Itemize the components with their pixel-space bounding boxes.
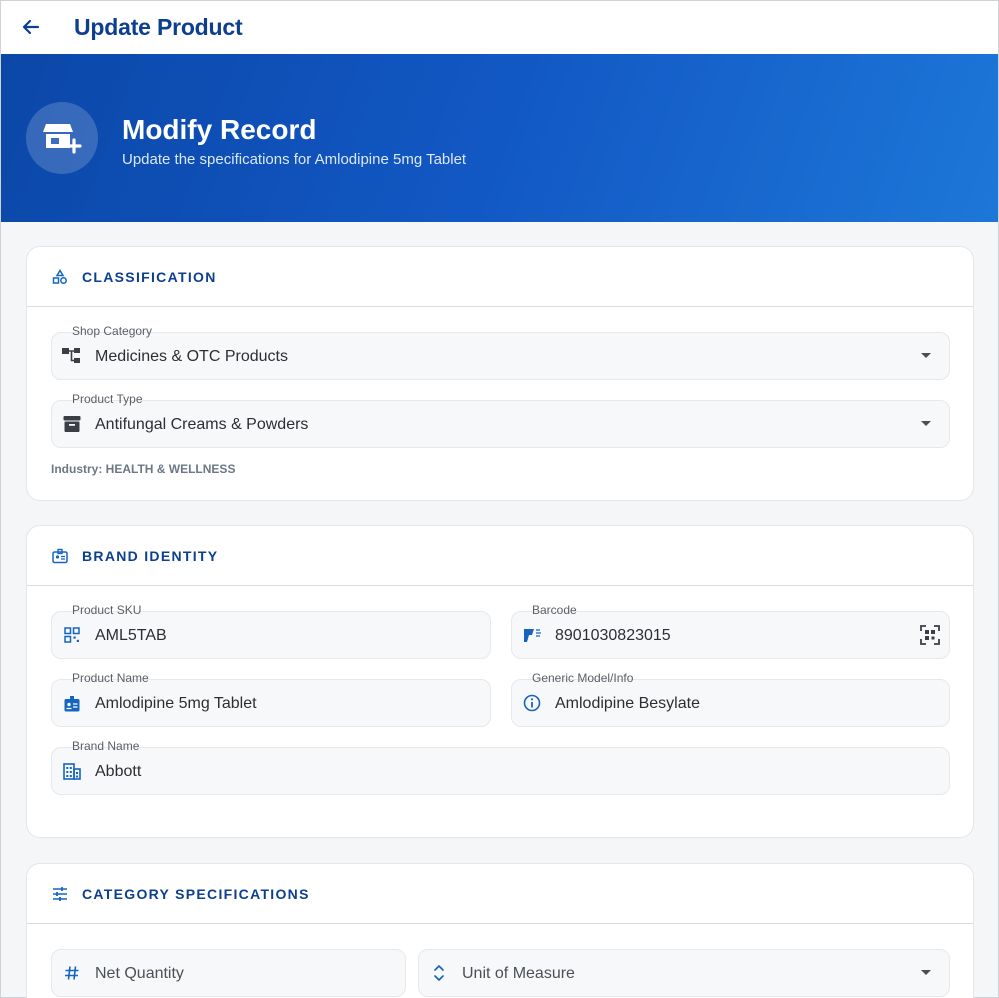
id-badge-icon <box>62 693 82 713</box>
classification-card: CLASSIFICATION Shop Category Medicines &… <box>26 246 974 501</box>
barcode-input[interactable]: Barcode 8901030823015 <box>511 603 950 659</box>
product-type-value: Antifungal Creams & Powders <box>95 416 309 433</box>
building-icon <box>62 761 82 781</box>
category-specs-header: CATEGORY SPECIFICATIONS <box>27 864 973 924</box>
net-quantity-input[interactable]: Net Quantity <box>51 949 406 997</box>
hero-avatar <box>26 102 98 174</box>
barcode-value: 8901030823015 <box>555 627 671 644</box>
hash-icon <box>62 963 82 983</box>
brand-name-input[interactable]: Brand Name Abbott <box>51 739 950 795</box>
qr-scan-icon[interactable] <box>919 624 941 646</box>
hero-subtitle: Update the specifications for Amlodipine… <box>122 151 467 168</box>
page-title: Update Product <box>74 14 243 40</box>
chevron-down-icon <box>921 421 931 426</box>
product-type-select[interactable]: Product Type Antifungal Creams & Powders <box>51 392 950 448</box>
classification-title: CLASSIFICATION <box>82 268 217 285</box>
chevron-down-icon <box>921 970 931 975</box>
barcode-scanner-icon <box>522 625 542 645</box>
badge-id-icon <box>52 547 70 565</box>
unfold-icon <box>429 963 449 983</box>
brand-name-label: Brand Name <box>72 739 140 753</box>
category-specs-title: CATEGORY SPECIFICATIONS <box>82 885 310 902</box>
back-button[interactable] <box>15 11 47 43</box>
classification-header: CLASSIFICATION <box>27 247 973 307</box>
brand-identity-card: BRAND IDENTITY Product SKU AML5TAB Barco… <box>26 525 974 838</box>
generic-model-value: Amlodipine Besylate <box>555 695 700 712</box>
shop-category-value: Medicines & OTC Products <box>95 348 288 365</box>
brand-identity-title: BRAND IDENTITY <box>82 547 219 564</box>
category-specs-card: CATEGORY SPECIFICATIONS Net Quantity Uni… <box>26 863 974 998</box>
shapes-icon <box>52 268 70 286</box>
qr-code-icon <box>62 625 82 645</box>
generic-model-input[interactable]: Generic Model/Info Amlodipine Besylate <box>511 671 950 727</box>
shop-category-select[interactable]: Shop Category Medicines & OTC Products <box>51 324 950 380</box>
sliders-icon <box>52 885 70 903</box>
store-add-icon <box>43 124 82 154</box>
barcode-label: Barcode <box>532 603 577 617</box>
unit-of-measure-placeholder: Unit of Measure <box>462 965 575 982</box>
generic-model-label: Generic Model/Info <box>532 671 634 685</box>
arrow-left-icon <box>22 19 40 35</box>
category-tree-icon <box>62 346 82 366</box>
hero-banner: Modify Record Update the specifications … <box>1 54 998 222</box>
hero-title: Modify Record <box>122 114 317 145</box>
net-quantity-placeholder: Net Quantity <box>95 965 184 982</box>
info-icon <box>522 693 542 713</box>
industry-note: Industry: HEALTH & WELLNESS <box>51 462 236 476</box>
shop-category-label: Shop Category <box>72 324 153 338</box>
product-type-label: Product Type <box>72 392 143 406</box>
app-bar: Update Product <box>1 1 998 54</box>
product-name-input[interactable]: Product Name Amlodipine 5mg Tablet <box>51 671 491 727</box>
brand-name-value: Abbott <box>95 763 142 780</box>
product-sku-label: Product SKU <box>72 603 142 617</box>
product-name-value: Amlodipine 5mg Tablet <box>95 695 257 712</box>
chevron-down-icon <box>921 353 931 358</box>
product-sku-input[interactable]: Product SKU AML5TAB <box>51 603 491 659</box>
unit-of-measure-select[interactable]: Unit of Measure <box>418 949 950 997</box>
brand-identity-header: BRAND IDENTITY <box>27 526 973 586</box>
product-name-label: Product Name <box>72 671 149 685</box>
product-sku-value: AML5TAB <box>95 627 167 644</box>
archive-box-icon <box>62 414 82 434</box>
